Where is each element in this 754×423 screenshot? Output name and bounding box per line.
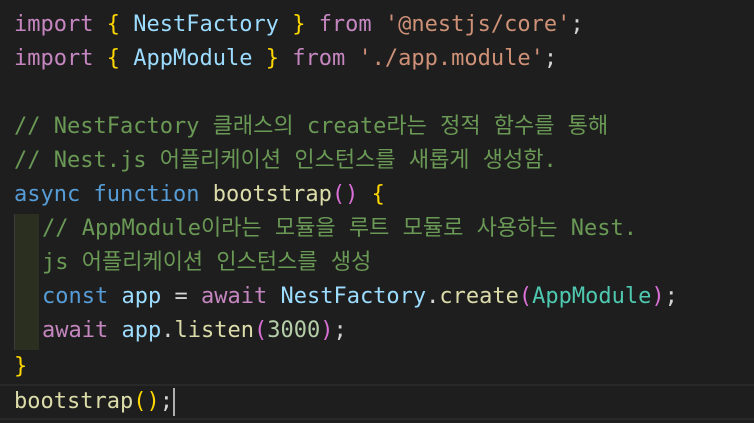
- parens: (): [133, 389, 160, 414]
- identifier-nestfactory: NestFactory: [133, 12, 279, 37]
- keyword-import: import: [14, 12, 94, 37]
- dot: .: [161, 318, 175, 343]
- keyword-await: await: [42, 318, 109, 343]
- code-editor[interactable]: import { NestFactory } from '@nestjs/cor…: [0, 0, 754, 423]
- dot: .: [426, 284, 440, 309]
- number-literal: 3000: [267, 318, 321, 343]
- code-line-8[interactable]: const app = await NestFactory.create(App…: [42, 280, 678, 314]
- text-cursor: [172, 388, 175, 416]
- keyword-function: function: [93, 182, 200, 207]
- argument-appmodule: AppModule: [532, 284, 652, 309]
- identifier-appmodule: AppModule: [133, 46, 253, 71]
- brace-open: {: [106, 12, 120, 37]
- semicolon: ;: [570, 12, 584, 37]
- semicolon: ;: [664, 284, 678, 309]
- keyword-await: await: [200, 284, 268, 309]
- string-literal: './app.module': [358, 46, 544, 71]
- keyword-from: from: [292, 46, 346, 71]
- brace-open: {: [106, 46, 120, 71]
- paren-close: ): [651, 284, 665, 309]
- operator-assign: =: [174, 284, 188, 309]
- semicolon: ;: [543, 46, 558, 71]
- variable-app: app: [121, 284, 162, 309]
- paren-open: (: [518, 284, 533, 309]
- function-name: bootstrap: [212, 182, 332, 207]
- method-listen: listen: [174, 318, 254, 343]
- code-line-6[interactable]: async function bootstrap() {: [14, 178, 385, 212]
- paren-close: ): [320, 318, 334, 343]
- code-line-10[interactable]: }: [14, 350, 27, 384]
- code-line-11[interactable]: bootstrap();: [14, 385, 175, 419]
- brace-close: }: [292, 12, 306, 37]
- brace-close: }: [265, 46, 279, 71]
- method-create: create: [439, 284, 519, 309]
- keyword-const: const: [42, 284, 109, 309]
- code-line-9[interactable]: await app.listen(3000);: [42, 314, 347, 348]
- code-line-5-comment[interactable]: // Nest.js 어플리케이션 인스턴스를 새롭게 생성함.: [14, 144, 557, 178]
- indent-guide: [14, 214, 39, 350]
- semicolon: ;: [159, 389, 173, 414]
- code-line-7-comment[interactable]: // AppModule이라는 모듈을 루트 모듈로 사용하는 Nest.: [42, 212, 637, 246]
- code-line-1[interactable]: import { NestFactory } from '@nestjs/cor…: [14, 8, 584, 42]
- identifier-nestfactory: NestFactory: [280, 284, 427, 309]
- code-line-7-comment-wrap[interactable]: js 어플리케이션 인스턴스를 생성: [42, 246, 371, 280]
- string-literal: '@nestjs/core': [384, 12, 571, 37]
- semicolon: ;: [333, 318, 347, 343]
- brace-close: }: [14, 354, 28, 379]
- code-line-4-comment[interactable]: // NestFactory 클래스의 create라는 정적 함수를 통해: [14, 110, 608, 144]
- variable-app: app: [121, 318, 162, 343]
- keyword-import: import: [14, 46, 94, 71]
- parens: (): [331, 182, 359, 207]
- function-call-bootstrap: bootstrap: [14, 389, 134, 414]
- paren-open: (: [253, 318, 268, 343]
- brace-open: {: [371, 182, 385, 207]
- code-line-2[interactable]: import { AppModule } from './app.module'…: [14, 42, 557, 76]
- keyword-from: from: [318, 12, 372, 37]
- keyword-async: async: [14, 182, 81, 207]
